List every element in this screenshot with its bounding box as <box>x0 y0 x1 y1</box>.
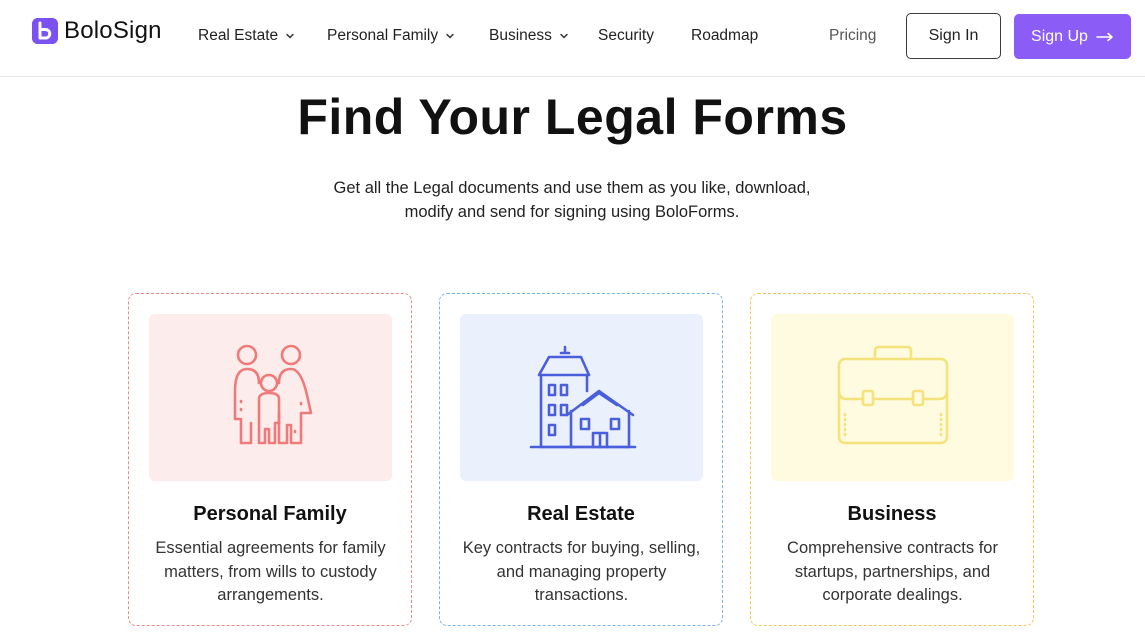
nav-item-personal-family[interactable]: Personal Family <box>327 27 455 45</box>
subtitle-line: modify and send for signing using BoloFo… <box>404 203 740 221</box>
card-title: Personal Family <box>193 503 347 525</box>
nav-item-label: Personal Family <box>327 27 439 44</box>
sign-up-button[interactable]: Sign Up <box>1014 14 1131 59</box>
card-description: Comprehensive contracts for startups, pa… <box>787 539 998 604</box>
subtitle-line: Get all the Legal documents and use them… <box>333 179 811 197</box>
page-subtitle: Get all the Legal documents and use them… <box>272 176 872 224</box>
sign-up-label: Sign Up <box>1031 27 1088 45</box>
card-title: Real Estate <box>527 503 635 525</box>
category-card-real-estate[interactable]: Real Estate Key contracts for buying, se… <box>439 293 723 626</box>
chevron-down-icon <box>560 33 568 39</box>
brand-logo[interactable]: BoloSign <box>32 17 162 45</box>
nav-item-pricing[interactable]: Pricing <box>829 27 876 45</box>
chevron-down-icon <box>286 33 294 39</box>
card-illustration <box>149 314 392 481</box>
nav-item-business[interactable]: Business <box>489 27 569 45</box>
nav-item-label: Business <box>489 27 552 44</box>
card-illustration <box>460 314 703 481</box>
arrow-right-icon <box>1096 32 1113 41</box>
sign-in-label: Sign In <box>928 27 979 44</box>
nav-item-label: Real Estate <box>198 27 279 44</box>
top-navbar: BoloSign Real Estate Personal Family Bus… <box>0 0 1145 77</box>
page-title: Find Your Legal Forms <box>297 89 848 145</box>
nav-item-roadmap[interactable]: Roadmap <box>691 27 758 45</box>
buildings-icon <box>529 345 636 449</box>
nav-item-label: Security <box>598 27 654 44</box>
nav-item-label: Pricing <box>829 27 877 44</box>
briefcase-icon <box>837 345 948 444</box>
nav-item-real-estate[interactable]: Real Estate <box>198 27 295 45</box>
family-icon <box>233 344 312 444</box>
nav-item-label: Roadmap <box>691 27 759 44</box>
bolosign-logo-icon <box>32 18 58 44</box>
sign-in-button[interactable]: Sign In <box>906 13 1001 59</box>
brand-name: BoloSign <box>64 17 162 44</box>
card-description: Key contracts for buying, selling, and m… <box>462 539 701 604</box>
nav-item-security[interactable]: Security <box>598 27 654 45</box>
card-title: Business <box>847 503 937 525</box>
card-description: Essential agreements for family matters,… <box>155 539 386 604</box>
category-card-personal-family[interactable]: Personal Family Essential agreements for… <box>128 293 412 626</box>
card-illustration <box>771 314 1014 481</box>
chevron-down-icon <box>446 33 454 39</box>
category-card-business[interactable]: Business Comprehensive contracts for sta… <box>750 293 1034 626</box>
